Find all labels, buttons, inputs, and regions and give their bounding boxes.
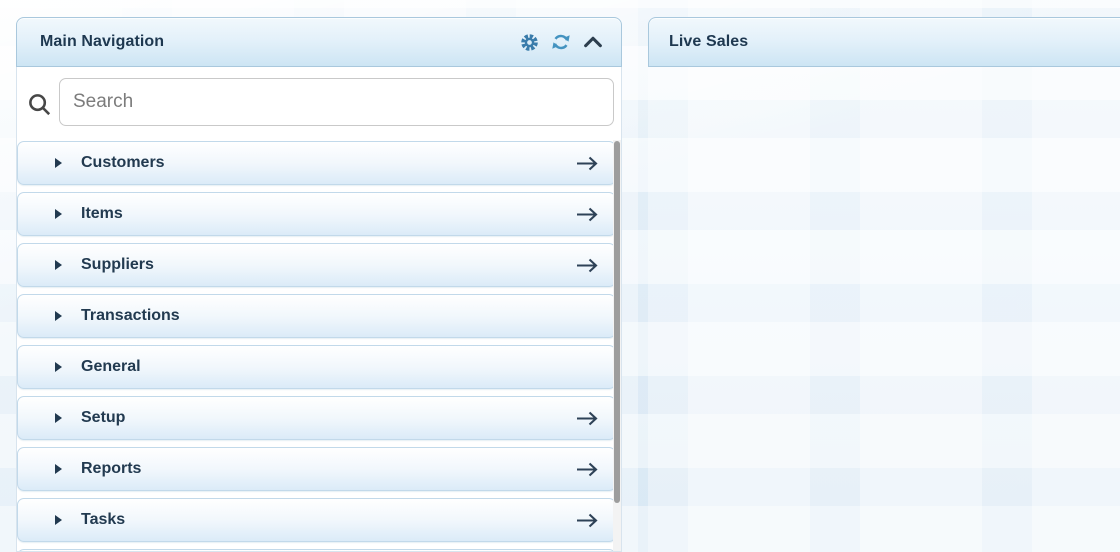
nav-item-tasks[interactable]: Tasks xyxy=(17,498,616,542)
nav-item-setup[interactable]: Setup xyxy=(17,396,616,440)
nav-header-icons xyxy=(518,31,621,53)
nav-item-label: Tasks xyxy=(81,511,125,529)
search-input[interactable] xyxy=(59,78,614,126)
caret-right-icon xyxy=(55,515,62,525)
search-icon xyxy=(26,91,53,123)
arrow-right-icon[interactable] xyxy=(575,410,600,427)
arrow-right-icon[interactable] xyxy=(575,206,600,223)
nav-panel-body: Customers Items Suppliers xyxy=(16,67,622,552)
arrow-right-icon[interactable] xyxy=(575,461,600,478)
collapse-chevron-up-icon[interactable] xyxy=(582,31,604,53)
arrow-right-icon[interactable] xyxy=(575,155,600,172)
nav-item-label: Reports xyxy=(81,460,141,478)
caret-right-icon xyxy=(55,413,62,423)
nav-item-reports[interactable]: Reports xyxy=(17,447,616,491)
arrow-right-icon[interactable] xyxy=(575,512,600,529)
nav-list: Customers Items Suppliers xyxy=(17,141,616,552)
settings-gear-icon[interactable] xyxy=(518,31,540,53)
caret-right-icon xyxy=(55,464,62,474)
caret-right-icon xyxy=(55,362,62,372)
nav-item-label: Suppliers xyxy=(81,256,154,274)
nav-scrollbar[interactable] xyxy=(613,140,621,552)
caret-right-icon xyxy=(55,158,62,168)
live-panel-header: Live Sales xyxy=(648,17,1120,67)
nav-item-label: Items xyxy=(81,205,123,223)
live-panel-body xyxy=(648,67,1120,552)
search-row xyxy=(17,67,621,140)
nav-item-label: General xyxy=(81,358,141,376)
nav-item-label: Setup xyxy=(81,409,125,427)
nav-item-transactions[interactable]: Transactions xyxy=(17,294,616,338)
nav-item-customers[interactable]: Customers xyxy=(17,141,616,185)
caret-right-icon xyxy=(55,311,62,321)
nav-scrollbar-thumb[interactable] xyxy=(614,141,620,503)
nav-panel-header: Main Navigation xyxy=(16,17,622,67)
nav-item-suppliers[interactable]: Suppliers xyxy=(17,243,616,287)
caret-right-icon xyxy=(55,209,62,219)
arrow-right-icon[interactable] xyxy=(575,257,600,274)
nav-item-items[interactable]: Items xyxy=(17,192,616,236)
refresh-icon[interactable] xyxy=(550,31,572,53)
nav-item-label: Customers xyxy=(81,154,165,172)
nav-item-general[interactable]: General xyxy=(17,345,616,389)
nav-panel-title: Main Navigation xyxy=(17,33,164,51)
live-panel-title: Live Sales xyxy=(649,33,748,51)
nav-item-label: Transactions xyxy=(81,307,180,325)
caret-right-icon xyxy=(55,260,62,270)
